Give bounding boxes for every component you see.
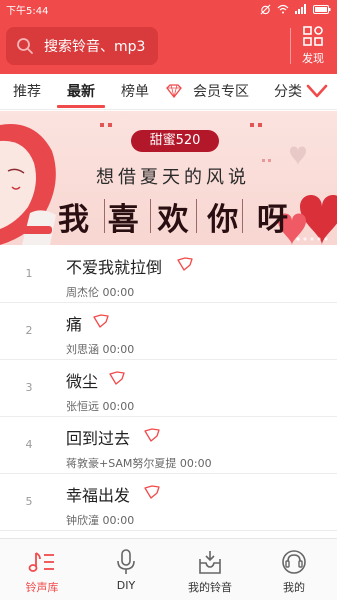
song-meta: 蒋敦豪+SAM努尔夏提 00:00 <box>66 457 212 470</box>
banner-title-char: 我 <box>58 202 89 238</box>
chevron-down-icon[interactable] <box>306 83 328 99</box>
banner-divider <box>196 199 197 233</box>
microphone-icon <box>117 549 135 574</box>
song-title: 回到过去 <box>66 429 131 448</box>
vip-diamond-icon <box>166 84 182 98</box>
song-index: 3 <box>25 381 33 394</box>
banner-pill: 甜蜜520 <box>131 130 219 152</box>
song-title: 不爱我就拉倒 <box>66 258 163 277</box>
banner-title-char: 呀 <box>257 202 288 238</box>
bottom-nav: 铃声库 DIY 我的铃音 我的 <box>0 538 337 600</box>
music-note-icon <box>28 552 54 572</box>
banner-subtitle: 想借夏天的风说 <box>96 167 250 188</box>
ringtone-tag-icon[interactable] <box>177 257 193 271</box>
category-tabs: 推荐 最新 榜单 会员专区 分类 <box>0 74 337 110</box>
battery-icon <box>313 4 331 14</box>
song-row[interactable]: 5 幸福出发 钟欣潼 00:00 <box>0 474 337 531</box>
banner-title: 我 喜 欢 你 呀 <box>58 194 288 239</box>
ringtone-tag-icon[interactable] <box>144 485 160 499</box>
tab-recommend[interactable]: 推荐 <box>13 74 41 110</box>
song-index: 5 <box>25 495 33 508</box>
nav-label: 我的 <box>283 581 305 594</box>
song-row[interactable]: 4 回到过去 蒋敦豪+SAM努尔夏提 00:00 <box>0 417 337 474</box>
song-meta: 张恒远 00:00 <box>66 400 135 413</box>
discover-label: 发现 <box>302 52 324 65</box>
signal-icon <box>295 4 306 14</box>
banner-title-char: 喜 <box>107 202 139 238</box>
status-icons <box>260 4 331 15</box>
song-row[interactable]: 3 微尘 张恒远 00:00 <box>0 360 337 417</box>
alarm-off-icon <box>260 4 271 14</box>
song-row[interactable]: 2 痛 刘思涵 00:00 <box>0 303 337 360</box>
nav-label: 我的铃音 <box>188 581 232 594</box>
inbox-icon <box>199 551 221 574</box>
banner-divider <box>104 199 105 233</box>
status-bar: 下午5:44 <box>0 0 337 18</box>
song-meta: 钟欣潼 00:00 <box>66 514 135 527</box>
song-title: 微尘 <box>66 372 99 391</box>
header: 搜索铃音、mp3 发现 <box>0 18 337 74</box>
search-icon <box>17 38 33 54</box>
nav-diy[interactable]: DIY <box>84 539 168 600</box>
discover-button[interactable]: 发现 <box>292 22 334 72</box>
song-title: 痛 <box>66 315 83 334</box>
ringtone-tag-icon[interactable] <box>93 314 109 328</box>
status-time: 下午5:44 <box>6 5 49 17</box>
song-meta: 周杰伦 00:00 <box>66 286 135 299</box>
ringtone-tag-icon[interactable] <box>109 371 125 385</box>
song-index: 4 <box>25 438 33 451</box>
search-placeholder: 搜索铃音、mp3 <box>44 39 146 55</box>
tab-category[interactable]: 分类 <box>274 74 302 110</box>
search-input[interactable]: 搜索铃音、mp3 <box>6 27 158 65</box>
nav-profile[interactable]: 我的 <box>252 539 336 600</box>
song-row[interactable]: 1 不爱我就拉倒 周杰伦 00:00 <box>0 246 337 303</box>
song-title: 幸福出发 <box>66 486 131 505</box>
tab-charts[interactable]: 榜单 <box>121 74 149 110</box>
nav-my-ringtones[interactable]: 我的铃音 <box>168 539 252 600</box>
nav-label: 铃声库 <box>25 581 59 594</box>
song-index: 1 <box>25 267 33 280</box>
song-meta: 刘思涵 00:00 <box>66 343 135 356</box>
wifi-icon <box>277 4 289 14</box>
active-tab-indicator <box>57 105 105 108</box>
header-divider <box>290 28 291 64</box>
promo-banner[interactable]: 甜蜜520 想借夏天的风说 我 喜 欢 你 呀 <box>0 111 337 245</box>
song-index: 2 <box>25 324 33 337</box>
nav-ringtone-library[interactable]: 铃声库 <box>0 539 84 600</box>
nav-label: DIY <box>116 579 136 592</box>
profile-icon <box>282 550 306 574</box>
discover-grid-icon <box>303 26 323 46</box>
banner-title-char: 欢 <box>157 202 189 238</box>
banner-title-char: 你 <box>207 202 239 238</box>
banner-divider <box>242 199 243 233</box>
banner-divider <box>150 199 151 233</box>
ringtone-tag-icon[interactable] <box>144 428 160 442</box>
tab-vip-zone[interactable]: 会员专区 <box>193 74 249 110</box>
banner-page-dots <box>296 237 328 241</box>
